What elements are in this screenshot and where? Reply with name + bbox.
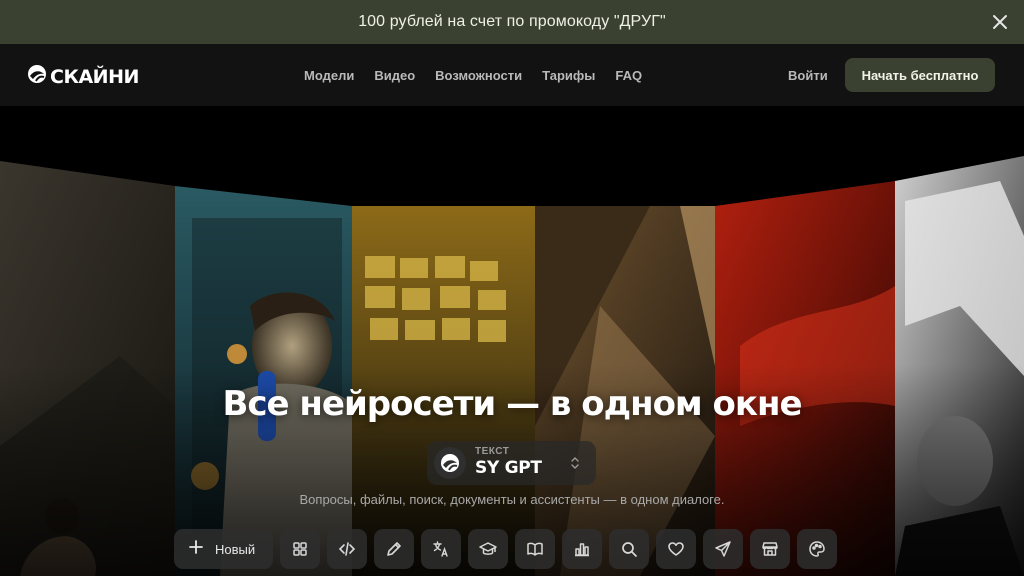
model-name: SY GPT	[475, 458, 542, 478]
main-nav: Модели Видео Возможности Тарифы FAQ	[304, 68, 642, 83]
chevron-updown-icon[interactable]	[570, 456, 580, 475]
translate-icon[interactable]	[421, 529, 461, 569]
brand-logo[interactable]: СКАЙНИ	[27, 64, 139, 89]
login-link[interactable]: Войти	[788, 68, 828, 83]
nav-item-pricing[interactable]: Тарифы	[542, 68, 595, 83]
book-icon[interactable]	[515, 529, 555, 569]
graduation-cap-icon[interactable]	[468, 529, 508, 569]
close-icon[interactable]	[988, 10, 1012, 34]
new-chat-button[interactable]: Новый	[174, 529, 273, 569]
nav-item-models[interactable]: Модели	[304, 68, 354, 83]
nav-item-video[interactable]: Видео	[374, 68, 415, 83]
heart-icon[interactable]	[656, 529, 696, 569]
plus-icon	[187, 538, 205, 561]
new-chat-label: Новый	[215, 541, 256, 557]
model-category: ТЕКСТ	[475, 446, 510, 457]
bar-chart-icon[interactable]	[562, 529, 602, 569]
start-free-button[interactable]: Начать бесплатно	[845, 58, 995, 92]
promo-text: 100 рублей на счет по промокоду "ДРУГ"	[358, 13, 666, 30]
send-icon[interactable]	[703, 529, 743, 569]
skyeng-swoosh-icon	[27, 64, 47, 89]
nav-item-faq[interactable]: FAQ	[615, 68, 642, 83]
tool-bar: Новый	[174, 529, 837, 569]
hero-headline: Все нейросети — в одном окне	[222, 384, 802, 424]
brand-name: СКАЙНИ	[50, 65, 139, 88]
search-icon[interactable]	[609, 529, 649, 569]
grid-icon[interactable]	[280, 529, 320, 569]
code-icon[interactable]	[327, 529, 367, 569]
store-icon[interactable]	[750, 529, 790, 569]
hero-subtitle: Вопросы, файлы, поиск, документы и ассис…	[299, 492, 725, 507]
skyeng-swoosh-icon	[434, 447, 466, 479]
pencil-icon[interactable]	[374, 529, 414, 569]
palette-icon[interactable]	[797, 529, 837, 569]
promo-banner: 100 рублей на счет по промокоду "ДРУГ"	[0, 0, 1024, 44]
top-navbar: СКАЙНИ Модели Видео Возможности Тарифы F…	[0, 44, 1024, 106]
nav-item-features[interactable]: Возможности	[435, 68, 522, 83]
